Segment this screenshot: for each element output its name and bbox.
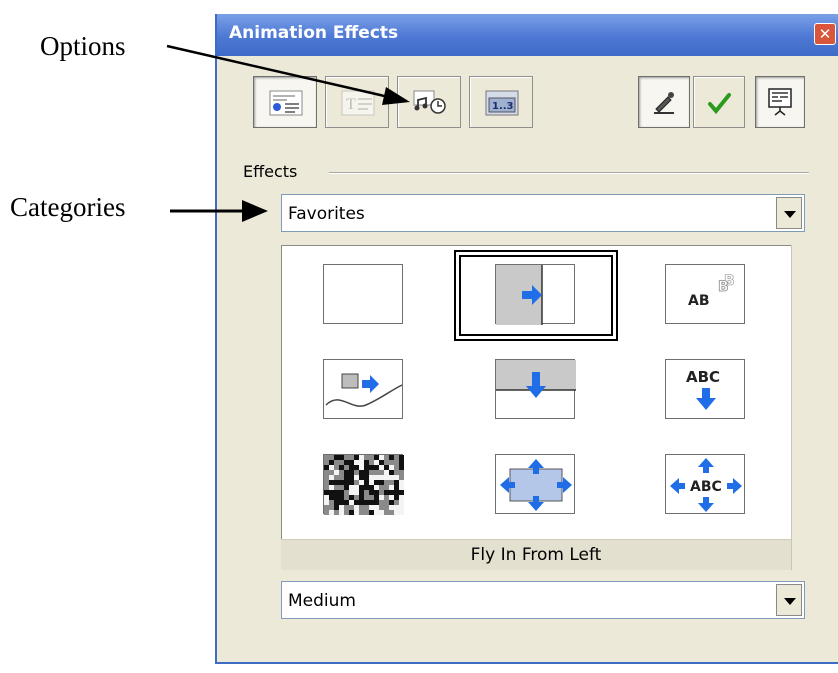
fly-in-from-left-icon — [496, 265, 543, 325]
effects-tab-button[interactable] — [253, 76, 317, 128]
effect-tile-path[interactable] — [323, 359, 403, 419]
svg-text:T: T — [346, 96, 356, 113]
effect-tile-text-drop[interactable]: ABC — [665, 359, 745, 419]
effects-list-icon — [269, 90, 303, 116]
chevron-down-icon[interactable] — [776, 197, 802, 229]
no-effect-icon — [324, 265, 404, 325]
path-motion-icon — [325, 373, 403, 407]
options-callout: Options — [40, 31, 126, 61]
edit-button[interactable] — [638, 76, 690, 128]
text-fade-letters: AB — [688, 293, 710, 309]
text-animation-icon: T — [341, 90, 375, 116]
text-drop-in-icon: ABC — [686, 368, 720, 410]
speed-value: Medium — [288, 591, 356, 611]
effect-tile-no-effect[interactable] — [323, 264, 403, 324]
close-icon[interactable]: ✕ — [814, 23, 836, 45]
order-tab-button[interactable]: 1..3 — [469, 76, 533, 128]
selected-effect-caption-bar: Fly In From Left — [281, 539, 791, 570]
text-expand-icon: ABC — [670, 458, 742, 512]
effect-tile-text-fade[interactable]: B B AB — [665, 264, 745, 324]
window-title: Animation Effects — [229, 23, 399, 43]
grid-scrollbar[interactable] — [791, 245, 807, 570]
group-divider — [329, 172, 809, 174]
text-expand-letters: ABC — [690, 479, 722, 495]
effect-tile-expand[interactable] — [495, 454, 575, 514]
apply-button[interactable] — [693, 76, 745, 128]
category-select[interactable]: Favorites — [281, 194, 805, 232]
text-tab-button[interactable]: T — [325, 76, 389, 128]
category-value: Favorites — [288, 204, 365, 224]
effects-group-label: Effects — [243, 162, 298, 181]
preview-screen-icon — [768, 88, 792, 116]
text-fade-icon: B B AB — [688, 273, 735, 309]
effect-tile-fly-in-from-left[interactable] — [495, 264, 575, 325]
effect-tile-text-expand[interactable]: ABC — [665, 454, 745, 514]
title-bar[interactable]: Animation Effects ✕ — [217, 14, 838, 56]
effect-tile-fly-in-from-top[interactable] — [495, 359, 576, 419]
edit-pen-icon — [654, 92, 674, 114]
chevron-down-icon[interactable] — [776, 584, 802, 616]
animation-effects-window: Animation Effects ✕ T 1..3 Effects Favor… — [215, 14, 838, 664]
speed-select[interactable]: Medium — [281, 581, 805, 619]
sound-timing-options-icon — [413, 90, 446, 114]
effect-tile-dissolve[interactable] — [323, 454, 404, 515]
text-drop-letters: ABC — [686, 368, 720, 386]
dissolve-icon — [324, 455, 404, 515]
options-tab-button[interactable] — [397, 76, 461, 128]
selected-effect-name: Fly In From Left — [470, 545, 602, 565]
expand-icon — [500, 459, 572, 511]
fly-in-from-top-icon — [496, 360, 576, 398]
categories-callout: Categories — [10, 192, 126, 222]
animation-order-icon: 1..3 — [485, 90, 519, 116]
preview-button[interactable] — [755, 76, 805, 128]
apply-checkmark-icon — [708, 93, 731, 115]
svg-text:1..3: 1..3 — [492, 101, 514, 112]
svg-text:B: B — [718, 279, 729, 295]
